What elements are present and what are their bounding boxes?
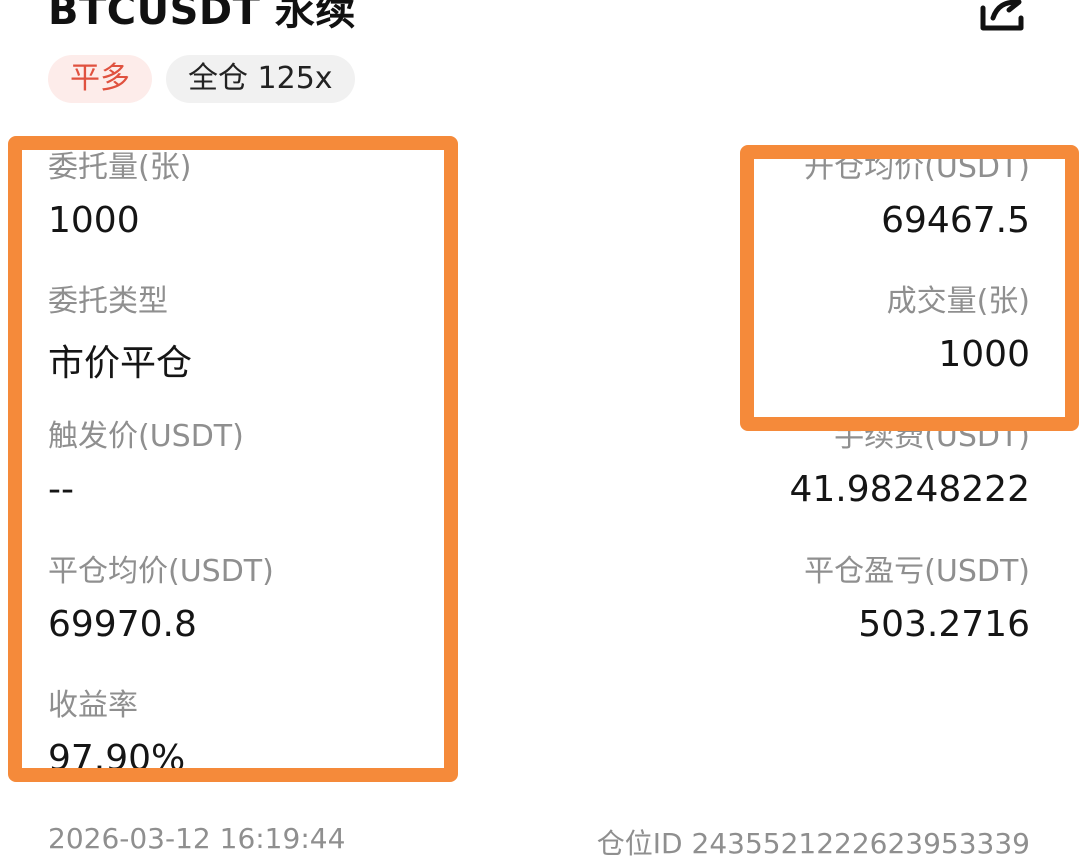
close-avg-price-label: 平仓均价(USDT)	[48, 554, 274, 589]
close-avg-price-value: 69970.8	[48, 604, 197, 645]
fee-label: 手续费(USDT)	[834, 419, 1030, 454]
share-icon[interactable]	[979, 0, 1025, 32]
close-avg-price-field: 平仓均价(USDT) 69970.8	[48, 546, 274, 645]
close-pnl-field: 平仓盈亏(USDT) 503.2716	[804, 546, 1030, 645]
roi-value: 97.90%	[48, 738, 186, 779]
position-id: 仓位ID 2435521222623953339	[596, 827, 1030, 860]
order-type-label: 委托类型	[48, 284, 168, 319]
open-avg-price-value: 69467.5	[881, 200, 1030, 241]
trigger-price-field: 触发价(USDT) --	[48, 411, 244, 510]
order-qty-label: 委托量(张)	[48, 150, 192, 185]
roi-field: 收益率 97.90%	[48, 680, 185, 779]
filled-qty-value: 1000	[938, 334, 1030, 375]
roi-label: 收益率	[48, 688, 138, 723]
filled-qty-label: 成交量(张)	[886, 284, 1030, 319]
order-qty-value: 1000	[48, 200, 140, 241]
order-qty-field: 委托量(张) 1000	[48, 142, 191, 241]
fee-field: 手续费(USDT) 41.98248222	[790, 411, 1031, 510]
filled-qty-field: 成交量(张) 1000	[887, 276, 1030, 375]
side-tag: 平多	[48, 55, 152, 103]
order-time: 2026-03-12 16:19:44	[48, 822, 346, 855]
trigger-price-label: 触发价(USDT)	[48, 419, 244, 454]
open-avg-price-label: 开仓均价(USDT)	[804, 150, 1030, 185]
margin-mode-tag: 全仓 125x	[166, 55, 355, 103]
trigger-price-value: --	[48, 469, 74, 510]
close-pnl-value: 503.2716	[858, 604, 1030, 645]
order-tags: 平多 全仓 125x	[48, 55, 355, 103]
open-avg-price-field: 开仓均价(USDT) 69467.5	[804, 142, 1030, 241]
order-type-value: 市价平仓	[48, 343, 193, 384]
fee-value: 41.98248222	[789, 469, 1031, 510]
page-title: BTCUSDT 永续	[48, 0, 356, 34]
order-type-field: 委托类型 市价平仓	[48, 276, 192, 386]
close-pnl-label: 平仓盈亏(USDT)	[804, 554, 1030, 589]
